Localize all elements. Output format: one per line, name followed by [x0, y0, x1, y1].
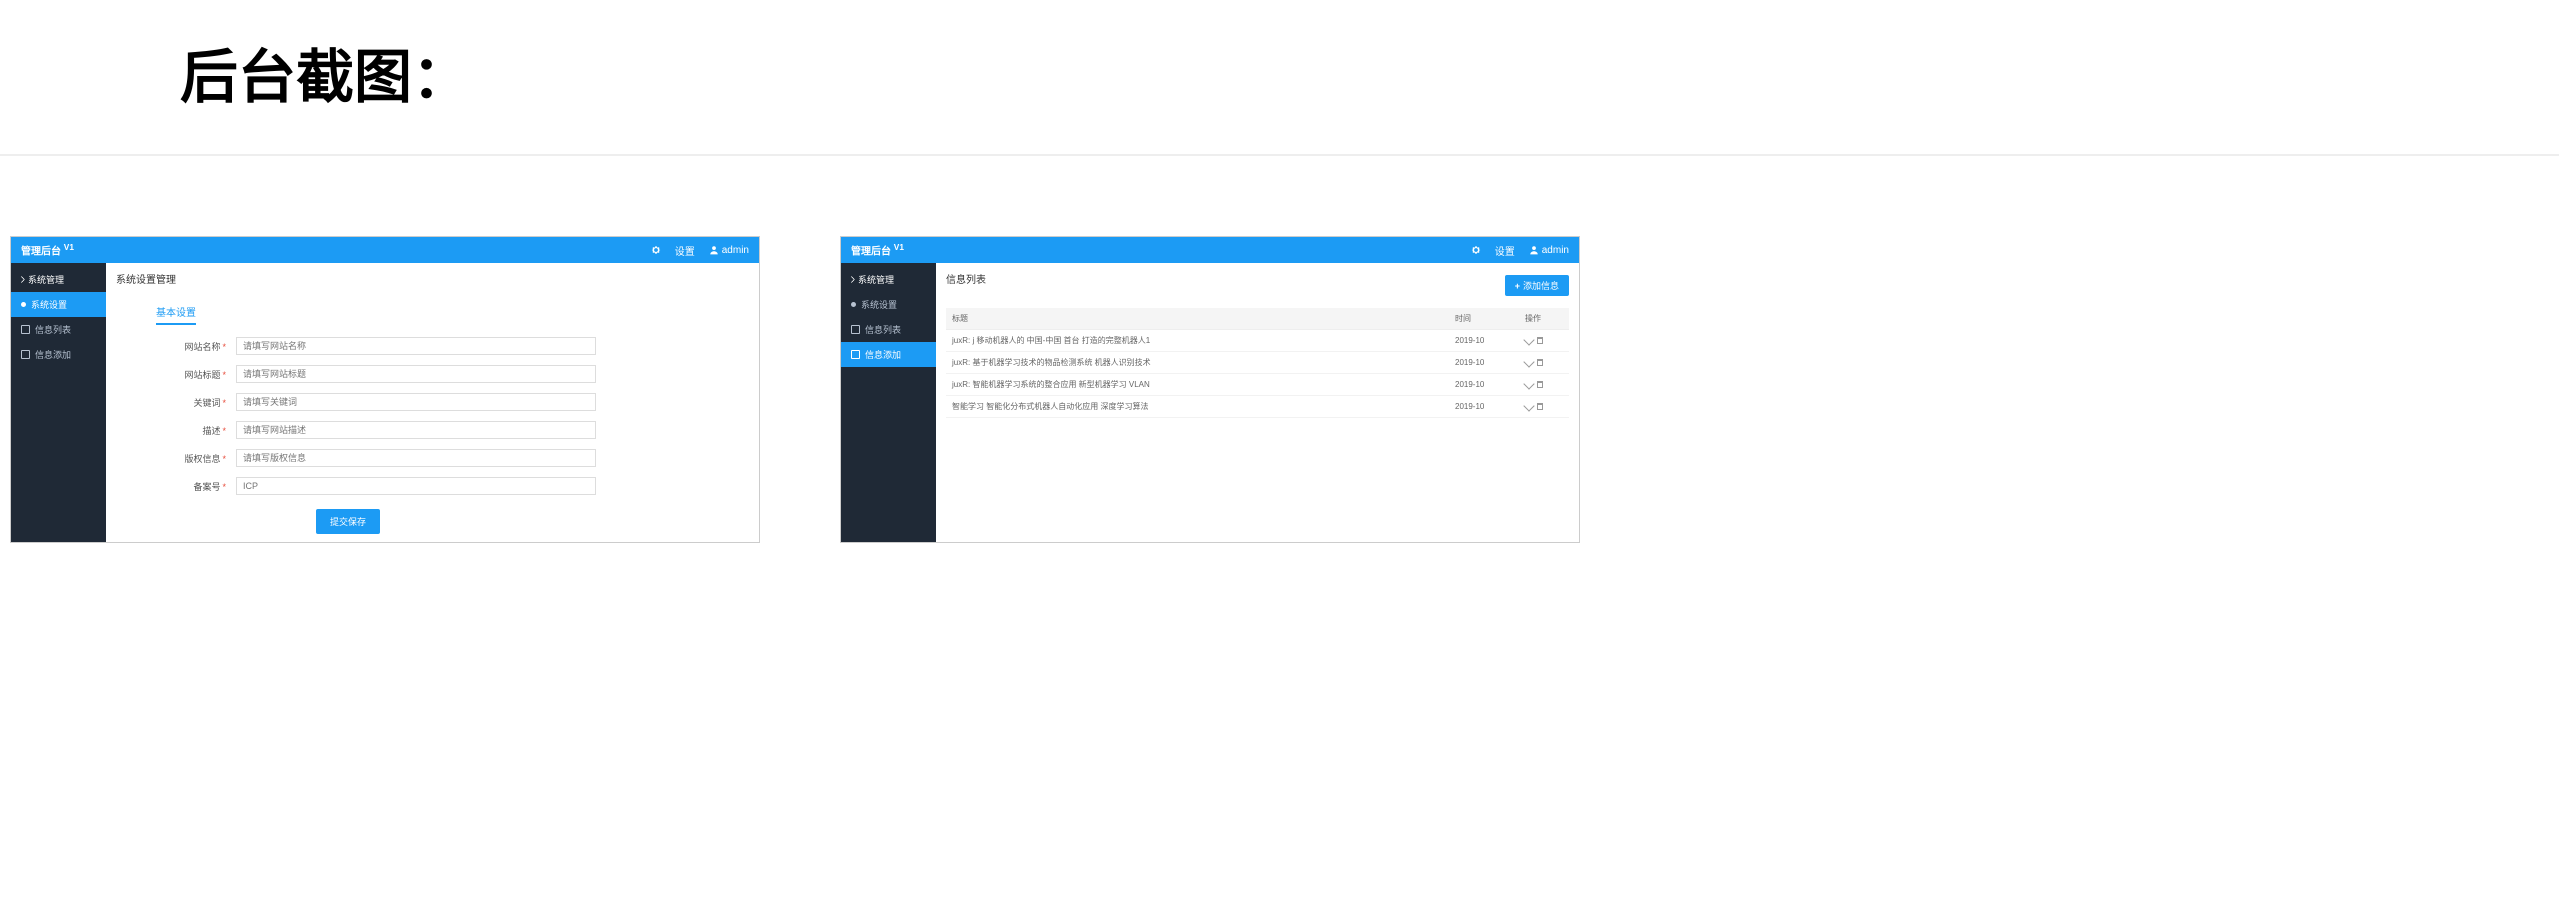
topbar-settings[interactable] — [651, 245, 661, 255]
topbar-user[interactable]: admin — [709, 245, 749, 256]
list-icon — [21, 325, 30, 334]
label-sitetitle: 网站标题* — [116, 368, 236, 381]
topbar: 管理后台 V1 设置 admin — [841, 237, 1579, 263]
col-name: 标题 — [946, 308, 1449, 330]
edit-icon[interactable] — [1523, 356, 1534, 367]
form-actions: 提交保存 — [116, 509, 749, 534]
dot-icon — [851, 302, 856, 307]
sidebar-item-settings[interactable]: 系统设置 — [841, 292, 936, 317]
delete-icon[interactable] — [1537, 381, 1543, 388]
content: 信息列表 + 添加信息 标题 时间 操作 juxR: j 移动机器人的 — [936, 263, 1579, 542]
table-row: juxR: 基于机器学习技术的物品检测系统 机器人识别技术2019-10 — [946, 352, 1569, 374]
form-row-sitename: 网站名称* — [116, 337, 749, 355]
table-row: juxR: 智能机器学习系统的整合应用 新型机器学习 VLAN2019-10 — [946, 374, 1569, 396]
content: 系统设置管理 基本设置 网站名称* 网站标题* 关键词* 描述* — [106, 263, 759, 542]
user-icon — [709, 245, 719, 255]
gear-icon — [1471, 245, 1481, 255]
cell-date: 2019-10 — [1449, 396, 1519, 418]
form-row-copyright: 版权信息* — [116, 449, 749, 467]
gear-icon — [651, 245, 661, 255]
form-row-sitetitle: 网站标题* — [116, 365, 749, 383]
submit-button[interactable]: 提交保存 — [316, 509, 380, 534]
user-icon — [1529, 245, 1539, 255]
cell-ops — [1519, 374, 1569, 396]
label-copyright: 版权信息* — [116, 452, 236, 465]
plus-icon: + — [1515, 281, 1520, 291]
cell-name: juxR: 智能机器学习系统的整合应用 新型机器学习 VLAN — [946, 374, 1449, 396]
sidebar-item-add[interactable]: 信息添加 — [11, 342, 106, 367]
arrow-icon — [848, 276, 855, 283]
cell-date: 2019-10 — [1449, 330, 1519, 352]
form-row-icp: 备案号* — [116, 477, 749, 495]
form-row-keywords: 关键词* — [116, 393, 749, 411]
cell-date: 2019-10 — [1449, 352, 1519, 374]
content-title: 系统设置管理 — [116, 271, 749, 286]
cell-name: juxR: j 移动机器人的 中国-中国 首台 打造的完整机器人1 — [946, 330, 1449, 352]
cell-date: 2019-10 — [1449, 374, 1519, 396]
table-row: juxR: j 移动机器人的 中国-中国 首台 打造的完整机器人12019-10 — [946, 330, 1569, 352]
sidebar: 系统管理 系统设置 信息列表 信息添加 — [841, 263, 936, 542]
sidebar: 系统管理 系统设置 信息列表 信息添加 — [11, 263, 106, 542]
cell-name: juxR: 基于机器学习技术的物品检测系统 机器人识别技术 — [946, 352, 1449, 374]
arrow-icon — [18, 276, 25, 283]
input-icp[interactable] — [236, 477, 596, 495]
sidebar-item-list[interactable]: 信息列表 — [11, 317, 106, 342]
tab-basic[interactable]: 基本设置 — [156, 300, 196, 325]
input-desc[interactable] — [236, 421, 596, 439]
topbar-link[interactable]: 设置 — [675, 243, 695, 258]
add-icon — [21, 350, 30, 359]
list-icon — [851, 325, 860, 334]
col-ops: 操作 — [1519, 308, 1569, 330]
add-icon — [851, 350, 860, 359]
delete-icon[interactable] — [1537, 403, 1543, 410]
delete-icon[interactable] — [1537, 337, 1543, 344]
page-heading: 后台截图： — [0, 0, 2559, 154]
sidebar-item-settings[interactable]: 系统设置 — [11, 292, 106, 317]
content-title: 信息列表 — [946, 271, 986, 286]
topbar: 管理后台 V1 设置 admin — [11, 237, 759, 263]
input-sitename[interactable] — [236, 337, 596, 355]
topbar-link[interactable]: 设置 — [1495, 243, 1515, 258]
panels-row: 管理后台 V1 设置 admin 系统管理 系统设置 — [0, 236, 2559, 543]
sidebar-head[interactable]: 系统管理 — [11, 267, 106, 292]
label-desc: 描述* — [116, 424, 236, 437]
col-date: 时间 — [1449, 308, 1519, 330]
cell-name: 智能学习 智能化分布式机器人自动化应用 深度学习算法 — [946, 396, 1449, 418]
add-button[interactable]: + 添加信息 — [1505, 275, 1569, 296]
edit-icon[interactable] — [1523, 334, 1534, 345]
divider — [0, 154, 2559, 156]
admin-panel-list: 管理后台 V1 设置 admin 系统管理 系统设置 — [840, 236, 1580, 543]
input-sitetitle[interactable] — [236, 365, 596, 383]
delete-icon[interactable] — [1537, 359, 1543, 366]
cell-ops — [1519, 330, 1569, 352]
cell-ops — [1519, 396, 1569, 418]
edit-icon[interactable] — [1523, 400, 1534, 411]
data-table: 标题 时间 操作 juxR: j 移动机器人的 中国-中国 首台 打造的完整机器… — [946, 308, 1569, 418]
topbar-settings[interactable] — [1471, 245, 1481, 255]
table-row: 智能学习 智能化分布式机器人自动化应用 深度学习算法2019-10 — [946, 396, 1569, 418]
brand: 管理后台 V1 — [851, 242, 904, 257]
sidebar-item-add[interactable]: 信息添加 — [841, 342, 936, 367]
edit-icon[interactable] — [1523, 378, 1534, 389]
brand: 管理后台 V1 — [21, 242, 74, 257]
form-row-desc: 描述* — [116, 421, 749, 439]
label-icp: 备案号* — [116, 480, 236, 493]
input-keywords[interactable] — [236, 393, 596, 411]
dot-icon — [21, 302, 26, 307]
input-copyright[interactable] — [236, 449, 596, 467]
topbar-user[interactable]: admin — [1529, 245, 1569, 256]
label-keywords: 关键词* — [116, 396, 236, 409]
admin-panel-form: 管理后台 V1 设置 admin 系统管理 系统设置 — [10, 236, 760, 543]
cell-ops — [1519, 352, 1569, 374]
sidebar-head[interactable]: 系统管理 — [841, 267, 936, 292]
label-sitename: 网站名称* — [116, 340, 236, 353]
sidebar-item-list[interactable]: 信息列表 — [841, 317, 936, 342]
